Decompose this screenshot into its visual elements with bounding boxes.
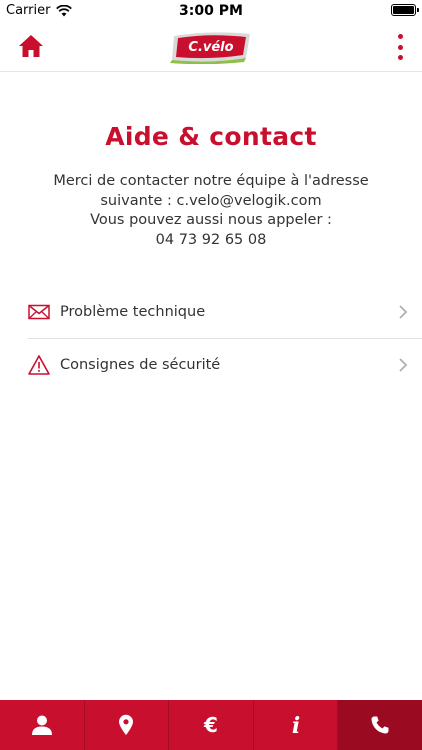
- user-icon: [31, 715, 52, 735]
- home-icon[interactable]: [18, 34, 44, 58]
- tab-contact[interactable]: [338, 700, 422, 750]
- tab-map[interactable]: [85, 700, 170, 750]
- map-pin-icon: [119, 714, 134, 735]
- contact-info: Merci de contacter notre équipe à l'adre…: [20, 172, 402, 250]
- status-time: 3:00 PM: [179, 3, 243, 19]
- envelope-icon: [28, 304, 50, 320]
- tab-bar: € i: [0, 700, 422, 750]
- info-glyph: i: [291, 714, 299, 736]
- cvelo-logo: C.vélo: [170, 32, 250, 64]
- menu-item-safety-instructions[interactable]: Consignes de sécurité: [28, 338, 422, 390]
- page-title: Aide & contact: [105, 122, 317, 151]
- euro-icon: €: [203, 714, 218, 736]
- battery-icon: [391, 4, 419, 16]
- info-icon: i: [291, 714, 299, 736]
- more-vertical-icon[interactable]: [396, 34, 404, 60]
- chevron-right-icon: [399, 358, 408, 372]
- info-line: 04 73 92 65 08: [155, 231, 267, 248]
- phone-icon: [371, 716, 389, 734]
- battery-indicator: [391, 4, 419, 16]
- help-menu: Problème technique Consignes de sécurité: [0, 286, 422, 390]
- warning-icon: [28, 354, 50, 375]
- menu-item-label: Consignes de sécurité: [60, 356, 221, 373]
- info-line: suivante : c.velo@velogik.com: [100, 192, 322, 209]
- status-bar: Carrier 3:00 PM: [0, 0, 422, 22]
- tab-account[interactable]: [0, 700, 85, 750]
- euro-glyph: €: [203, 714, 218, 736]
- info-line: Vous pouvez aussi nous appeler :: [90, 212, 332, 228]
- chevron-right-icon: [399, 305, 408, 319]
- tab-pricing[interactable]: €: [169, 700, 254, 750]
- info-line: Merci de contacter notre équipe à l'adre…: [53, 173, 369, 189]
- menu-item-label: Problème technique: [60, 304, 206, 320]
- tab-info[interactable]: i: [254, 700, 339, 750]
- nav-bar: C.vélo: [0, 22, 422, 72]
- logo-text: C.vélo: [188, 40, 233, 55]
- menu-item-technical-problem[interactable]: Problème technique: [0, 286, 422, 338]
